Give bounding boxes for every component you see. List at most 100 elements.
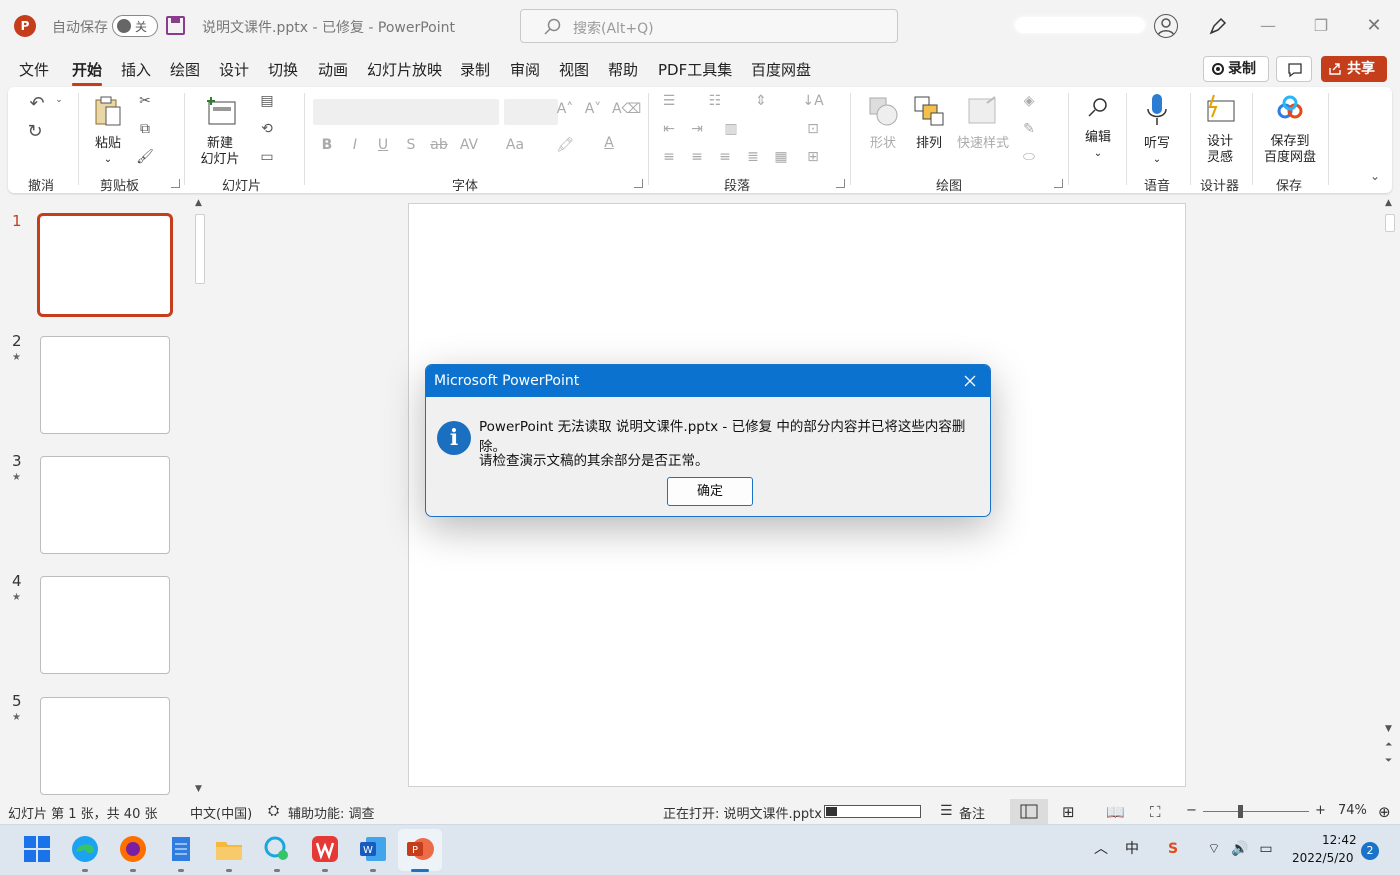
previous-slide-icon[interactable]: ⏶ [1385, 740, 1392, 750]
clear-format-icon[interactable]: A⌫ [612, 101, 641, 121]
justify-icon[interactable]: ≣ [742, 149, 764, 169]
align-text-icon[interactable]: ⊡ [802, 121, 824, 141]
fit-to-window-icon[interactable]: ⊕ [1378, 803, 1391, 821]
slide-thumbnail-5[interactable] [40, 697, 170, 795]
copy-icon[interactable]: ⧉ [134, 121, 156, 141]
columns-icon[interactable]: ▥ [720, 121, 742, 141]
tab-pdf-tools[interactable]: PDF工具集 [658, 59, 732, 80]
format-painter-icon[interactable]: 🖌 [134, 149, 156, 169]
shapes-button[interactable]: 形状 [860, 95, 906, 152]
reset-slide-icon[interactable]: ⟲ [256, 121, 278, 141]
slide-thumbnail-3[interactable] [40, 456, 170, 554]
zoom-slider-knob[interactable] [1238, 805, 1243, 818]
tab-record[interactable]: 录制 [460, 59, 490, 80]
save-icon[interactable] [166, 16, 185, 35]
word-icon[interactable]: W [358, 834, 388, 864]
ime-indicator[interactable]: 中 [1122, 839, 1142, 859]
clock-time[interactable]: 12:42 [1322, 833, 1357, 847]
clipboard-launcher-icon[interactable] [171, 179, 180, 188]
scroll-up-icon[interactable]: ▲ [1385, 198, 1392, 208]
edge-browser-icon[interactable] [70, 834, 100, 864]
decrease-font-icon[interactable]: A˅ [582, 101, 604, 121]
tab-review[interactable]: 审阅 [510, 59, 540, 80]
align-left-icon[interactable]: ≡ [658, 149, 680, 169]
tab-slideshow[interactable]: 幻灯片放映 [367, 59, 442, 80]
line-spacing-icon[interactable]: ⇕ [750, 93, 772, 113]
slide-thumbnail-1[interactable] [37, 213, 173, 317]
align-right-icon[interactable]: ≡ [714, 149, 736, 169]
zoom-slider-track[interactable] [1203, 811, 1309, 812]
zoom-out-button[interactable]: − [1186, 803, 1197, 818]
arrange-button[interactable]: 排列 [906, 95, 952, 152]
italic-button[interactable]: I [344, 137, 366, 157]
slide-thumbnail-2[interactable] [40, 336, 170, 434]
volume-icon[interactable]: 🔊 [1230, 839, 1250, 859]
align-center-icon[interactable]: ≡ [686, 149, 708, 169]
strikethrough-button[interactable]: ab [428, 137, 450, 157]
shadow-button[interactable]: S [400, 137, 422, 157]
font-color-button[interactable]: A [598, 135, 620, 155]
drawing-launcher-icon[interactable] [1054, 179, 1063, 188]
share-button[interactable]: 共享 [1321, 56, 1387, 82]
tab-view[interactable]: 视图 [559, 59, 589, 80]
scroll-down-icon[interactable]: ▼ [1385, 724, 1392, 734]
section-icon[interactable]: ▭ [256, 149, 278, 169]
battery-icon[interactable]: ▭ [1256, 839, 1276, 859]
save-to-baidu-button[interactable]: 保存到 百度网盘 [1258, 93, 1322, 166]
tab-help[interactable]: 帮助 [608, 59, 638, 80]
reading-view-icon[interactable]: 📖 [1106, 803, 1125, 821]
avatar[interactable] [1154, 14, 1178, 38]
firefox-icon[interactable] [118, 834, 148, 864]
chevron-up-icon[interactable]: ︿ [1091, 839, 1111, 859]
distribute-icon[interactable]: ▦ [770, 149, 792, 169]
font-launcher-icon[interactable] [634, 179, 643, 188]
restore-button[interactable]: ❐ [1309, 14, 1333, 38]
spacing-button[interactable]: AV [458, 137, 480, 157]
tab-baidu-netdisk[interactable]: 百度网盘 [751, 59, 811, 80]
tab-transitions[interactable]: 切换 [268, 59, 298, 80]
bold-button[interactable]: B [316, 137, 338, 157]
slide-scrollbar[interactable]: ▲ ▼ ⏶ ⏷ [1382, 196, 1398, 799]
dictate-button[interactable]: 听写 ⌄ [1136, 93, 1178, 168]
decrease-indent-icon[interactable]: ⇤ [658, 121, 680, 141]
slideshow-view-icon[interactable]: ⛶ [1150, 803, 1161, 821]
clock-date[interactable]: 2022/5/20 [1292, 851, 1354, 865]
shape-fill-icon[interactable]: ◈ [1018, 93, 1040, 113]
minimize-button[interactable]: — [1256, 14, 1280, 38]
scroll-thumb[interactable] [195, 214, 205, 284]
smartart-icon[interactable]: ⊞ [802, 149, 824, 169]
increase-font-icon[interactable]: A˄ [554, 101, 576, 121]
language-indicator[interactable]: 中文(中国) [190, 803, 252, 822]
slide-thumbnail-4[interactable] [40, 576, 170, 674]
powerpoint-taskbar-icon[interactable]: P [405, 834, 435, 864]
close-icon[interactable] [962, 373, 978, 389]
notepad-icon[interactable] [166, 834, 196, 864]
notification-badge[interactable]: 2 [1361, 842, 1379, 860]
shape-effects-icon[interactable]: ⬭ [1018, 149, 1040, 169]
zoom-level[interactable]: 74% [1338, 803, 1367, 818]
zoom-in-button[interactable]: + [1315, 803, 1326, 818]
shape-outline-icon[interactable]: ✎ [1018, 121, 1040, 141]
normal-view-button[interactable] [1010, 799, 1048, 824]
tab-animations[interactable]: 动画 [318, 59, 348, 80]
scroll-thumb[interactable] [1385, 214, 1395, 232]
font-size-input[interactable] [504, 99, 558, 125]
thumbnail-scrollbar[interactable]: ▲ ▼ [192, 196, 208, 799]
record-button[interactable]: 录制 [1203, 56, 1269, 82]
autosave-toggle[interactable]: 关 [112, 15, 158, 37]
scroll-up-icon[interactable]: ▲ [195, 198, 202, 208]
sogou-input-icon[interactable]: S [1163, 839, 1183, 859]
design-ideas-button[interactable]: 设计 灵感 [1198, 93, 1242, 166]
increase-indent-icon[interactable]: ⇥ [686, 121, 708, 141]
scroll-down-icon[interactable]: ▼ [195, 784, 202, 794]
collapse-ribbon-icon[interactable]: ⌄ [1364, 169, 1386, 189]
numbering-icon[interactable]: ☷ [704, 93, 726, 113]
notes-button[interactable]: 备注 [959, 803, 985, 822]
tab-insert[interactable]: 插入 [121, 59, 151, 80]
comments-button[interactable] [1276, 56, 1312, 82]
font-name-input[interactable] [313, 99, 499, 125]
bullets-icon[interactable]: ☰ [658, 93, 680, 113]
paste-button[interactable]: 粘贴 ⌄ [88, 95, 128, 168]
layout-icon[interactable]: ▤ [256, 93, 278, 113]
file-explorer-icon[interactable] [214, 834, 244, 864]
